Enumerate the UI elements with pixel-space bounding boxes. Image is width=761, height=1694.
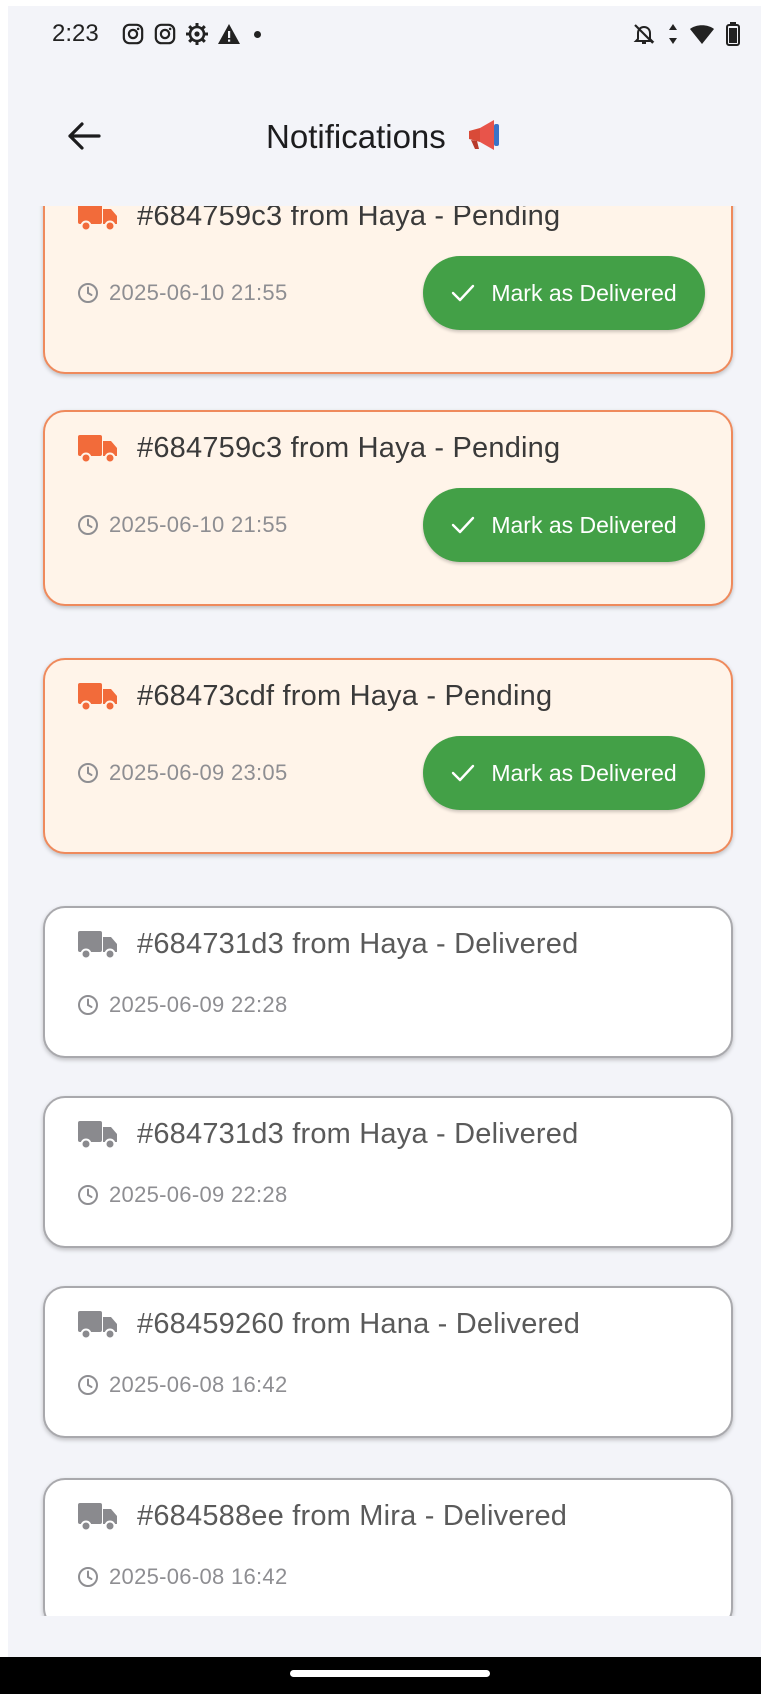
clock-icon — [78, 1185, 98, 1205]
clock-icon — [78, 763, 98, 783]
card-title: #68473cdf from Haya - Pending — [77, 676, 552, 716]
card-time-text: 2025-06-08 16:42 — [109, 1372, 288, 1397]
notification-card[interactable]: #684731d3 from Haya - Delivered 2025-06-… — [43, 1096, 733, 1248]
card-timestamp: 2025-06-09 23:05 — [77, 760, 288, 786]
card-title-text: #684731d3 from Haya - Delivered — [137, 1117, 579, 1150]
card-title-text: #684759c3 from Haya - Pending — [137, 431, 561, 464]
warning-icon — [216, 21, 242, 47]
card-title: #684731d3 from Haya - Delivered — [77, 924, 578, 964]
dot-icon — [254, 30, 261, 38]
clock-icon — [78, 515, 98, 535]
notification-card[interactable]: #684731d3 from Haya - Delivered 2025-06-… — [43, 906, 733, 1058]
card-timestamp: 2025-06-10 21:55 — [77, 512, 288, 538]
notification-card[interactable]: #684588ee from Mira - Delivered 2025-06-… — [43, 1478, 733, 1616]
page-title: Notifications — [8, 118, 761, 160]
truck-icon — [78, 435, 117, 464]
card-time-text: 2025-06-09 23:05 — [109, 760, 288, 785]
mark-as-delivered-button[interactable]: Mark as Delivered — [423, 736, 705, 810]
wifi-icon — [689, 21, 715, 47]
card-title: #684588ee from Mira - Delivered — [77, 1496, 567, 1536]
clock-icon — [78, 1567, 98, 1587]
mark-as-delivered-label: Mark as Delivered — [491, 759, 677, 786]
notification-card[interactable]: #68473cdf from Haya - Pending 2025-06-09… — [43, 658, 733, 854]
card-time-text: 2025-06-09 22:28 — [109, 1182, 288, 1207]
status-icons-left — [120, 20, 261, 48]
notification-card[interactable]: #68459260 from Hana - Delivered 2025-06-… — [43, 1286, 733, 1438]
truck-icon — [78, 683, 117, 712]
status-icons-right — [631, 20, 741, 48]
card-title-text: #684588ee from Mira - Delivered — [137, 1499, 568, 1532]
card-title-text: #684731d3 from Haya - Delivered — [137, 927, 579, 960]
instagram-icon — [152, 21, 178, 47]
card-timestamp: 2025-06-10 21:55 — [77, 280, 288, 306]
mark-as-delivered-label: Mark as Delivered — [491, 511, 677, 538]
megaphone-icon — [465, 118, 503, 160]
card-timestamp: 2025-06-08 16:42 — [77, 1564, 288, 1590]
truck-icon — [78, 1311, 117, 1340]
clock-icon — [78, 995, 98, 1015]
card-title-text: #68459260 from Hana - Delivered — [137, 1307, 581, 1340]
card-title: #684759c3 from Haya - Pending — [77, 428, 560, 468]
card-title-text: #68473cdf from Haya - Pending — [137, 679, 553, 712]
card-title: #684731d3 from Haya - Delivered — [77, 1114, 578, 1154]
card-timestamp: 2025-06-08 16:42 — [77, 1372, 288, 1398]
card-title: #68459260 from Hana - Delivered — [77, 1304, 580, 1344]
truck-icon — [78, 931, 117, 960]
status-bar: 2:23 — [8, 6, 761, 66]
battery-icon — [725, 21, 741, 47]
truck-icon — [78, 1121, 117, 1150]
mark-as-delivered-button[interactable]: Mark as Delivered — [423, 256, 705, 330]
data-arrows-icon — [667, 21, 679, 47]
notification-card[interactable]: #684759c3 from Haya - Pending 2025-06-10… — [43, 410, 733, 606]
app-bar: Notifications — [8, 66, 761, 206]
card-time-text: 2025-06-09 22:28 — [109, 992, 288, 1017]
navigation-bar — [0, 1657, 761, 1694]
screen: 2:23 Notifications #684759c3 from Haya -… — [8, 6, 761, 1657]
check-icon — [452, 516, 475, 534]
check-icon — [452, 764, 475, 782]
notification-card[interactable]: #684759c3 from Haya - Pending 2025-06-10… — [43, 206, 733, 374]
mark-as-delivered-button[interactable]: Mark as Delivered — [423, 488, 705, 562]
clock-icon — [78, 1375, 98, 1395]
mark-as-delivered-label: Mark as Delivered — [491, 279, 677, 306]
card-time-text: 2025-06-10 21:55 — [109, 280, 288, 305]
page-title-text: Notifications — [266, 118, 446, 155]
status-time: 2:23 — [52, 20, 99, 47]
truck-icon — [78, 1503, 117, 1532]
card-title-text: #684759c3 from Haya - Pending — [137, 206, 561, 232]
card-time-text: 2025-06-08 16:42 — [109, 1564, 288, 1589]
card-time-text: 2025-06-10 21:55 — [109, 512, 288, 537]
card-timestamp: 2025-06-09 22:28 — [77, 992, 288, 1018]
home-gesture-handle[interactable] — [290, 1670, 490, 1677]
check-icon — [452, 284, 475, 302]
notification-list[interactable]: #684759c3 from Haya - Pending 2025-06-10… — [8, 206, 761, 1616]
settings-gear-icon — [184, 21, 210, 47]
card-title: #684759c3 from Haya - Pending — [77, 206, 560, 236]
notifications-off-icon — [631, 21, 657, 47]
instagram-icon — [120, 21, 146, 47]
card-timestamp: 2025-06-09 22:28 — [77, 1182, 288, 1208]
clock-icon — [78, 283, 98, 303]
truck-icon — [78, 206, 117, 232]
